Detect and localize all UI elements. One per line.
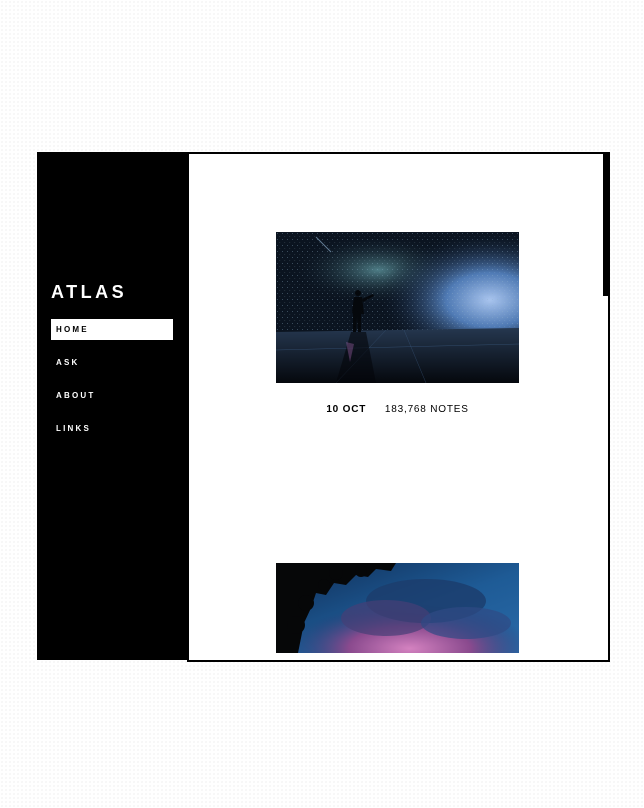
nav-item-links[interactable]: LINKS — [51, 418, 173, 439]
scrollbar-thumb[interactable] — [603, 154, 608, 296]
post-photo-storm-clouds[interactable] — [276, 563, 519, 653]
sidebar: ATLAS HOME ASK ABOUT LINKS — [37, 152, 187, 660]
post-photo-rain-room[interactable] — [276, 232, 519, 383]
nav-item-home[interactable]: HOME — [51, 319, 173, 340]
post-date[interactable]: 10 OCT — [326, 404, 366, 415]
post-meta: 10 OCT 183,768 NOTES — [276, 404, 519, 415]
blog-title[interactable]: ATLAS — [51, 282, 127, 303]
nav-item-about[interactable]: ABOUT — [51, 385, 173, 406]
nav-item-ask[interactable]: ASK — [51, 352, 173, 373]
sidebar-nav: HOME ASK ABOUT LINKS — [51, 319, 173, 451]
blog-frame: ATLAS HOME ASK ABOUT LINKS 10 OCT 183,76… — [37, 152, 610, 662]
scrollbar[interactable] — [603, 154, 608, 660]
posts-area: 10 OCT 183,768 NOTES — [187, 152, 610, 662]
post-notes[interactable]: 183,768 NOTES — [385, 404, 469, 415]
